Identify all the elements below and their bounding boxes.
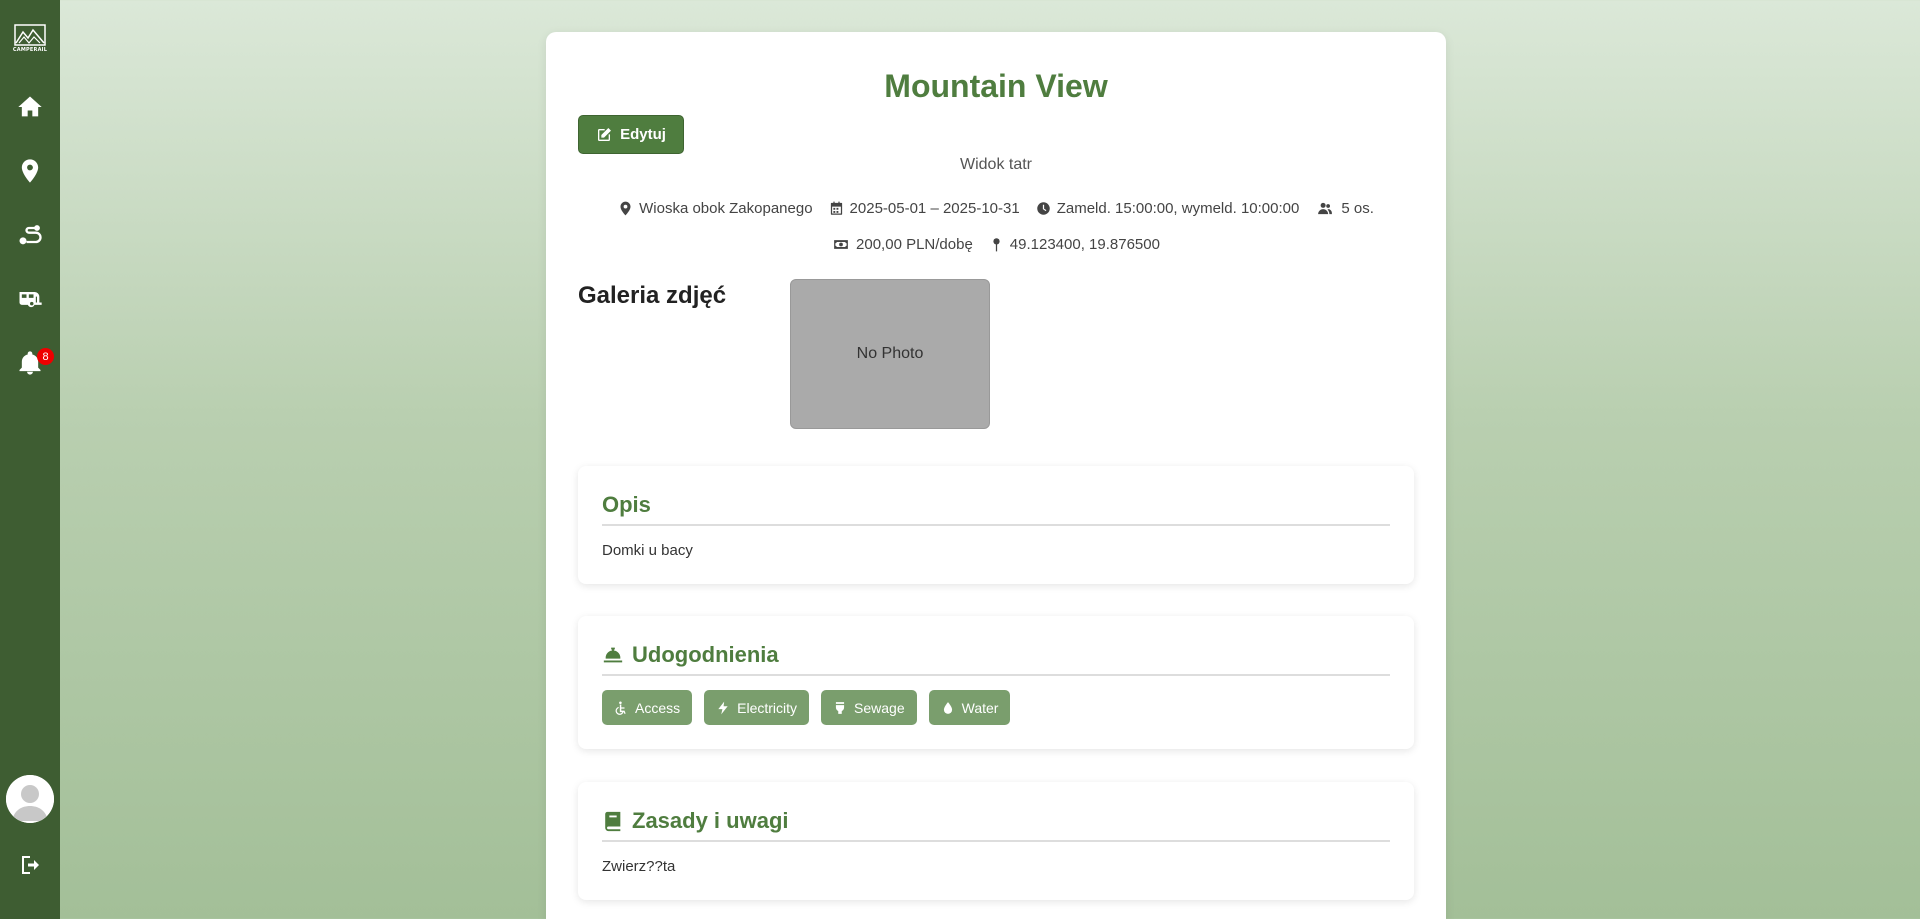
calendar-icon <box>830 201 842 215</box>
map-marker-icon <box>620 201 631 216</box>
money-bill-icon <box>834 240 848 249</box>
meta-row-secondary: 200,00 PLN/dobę 49.123400, 19.876500 <box>546 236 1446 253</box>
amenity-label: Access <box>635 699 681 716</box>
notification-badge: 8 <box>37 348 54 365</box>
nav-map[interactable] <box>0 151 60 191</box>
listing-subtitle: Widok tatr <box>959 156 1032 173</box>
description-heading-text: Opis <box>602 492 651 517</box>
amenities-heading-text: Udogodnienia <box>632 642 779 667</box>
amenity-tag-access: Access <box>602 690 693 725</box>
nav-routes[interactable] <box>0 215 60 255</box>
nav-campers[interactable] <box>0 279 60 319</box>
amenity-label: Electricity <box>737 699 798 716</box>
description-section: Opis Domki u bacy <box>578 466 1414 584</box>
meta-coords: 49.123400, 19.876500 <box>989 236 1160 253</box>
edit-button[interactable]: Edytuj <box>578 115 684 154</box>
home-icon <box>18 96 42 117</box>
meta-location: Wioska obok Zakopanego <box>618 200 813 217</box>
amenities-heading: Udogodnienia <box>602 642 1390 676</box>
edit-button-label: Edytuj <box>620 126 666 143</box>
rules-section: Zasady i uwagi Zwierz??ta <box>578 782 1414 900</box>
amenity-label: Water <box>961 699 999 716</box>
location-text: Wioska obok Zakopanego <box>639 200 813 217</box>
meta-guests: 5 os. <box>1315 200 1374 217</box>
wheelchair-icon <box>615 700 626 715</box>
book-icon <box>605 811 621 832</box>
map-pin-icon <box>993 238 1000 252</box>
amenities-section: Udogodnienia Access Electricity Sewage W… <box>578 616 1414 749</box>
sidebar: CAMPERAIL 8 <box>0 0 60 919</box>
coords-text: 49.123400, 19.876500 <box>1009 236 1160 253</box>
meta-row-primary: Wioska obok Zakopanego 2025-05-01 – 2025… <box>546 200 1446 217</box>
bolt-icon <box>718 701 728 714</box>
meta-dates: 2025-05-01 – 2025-10-31 <box>829 200 1020 217</box>
route-icon <box>19 225 42 245</box>
caravan-icon <box>19 292 42 308</box>
camper-logo-icon <box>14 24 46 46</box>
nav-notifications[interactable]: 8 <box>0 343 60 383</box>
dates-text: 2025-05-01 – 2025-10-31 <box>849 200 1020 217</box>
checkin-text: Zameld. 15:00:00, wymeld. 10:00:00 <box>1056 200 1300 217</box>
rules-heading: Zasady i uwagi <box>602 808 1390 842</box>
edit-icon <box>598 127 612 141</box>
description-heading: Opis <box>602 492 1390 526</box>
amenity-label: Sewage <box>854 699 905 716</box>
meta-checkin: Zameld. 15:00:00, wymeld. 10:00:00 <box>1036 200 1300 217</box>
amenity-tag-sewage: Sewage <box>821 690 917 725</box>
logout-button[interactable] <box>0 845 60 885</box>
price-text: 200,00 PLN/dobę <box>856 236 973 253</box>
amenity-tag-electricity: Electricity <box>704 690 810 725</box>
users-icon <box>1318 202 1333 215</box>
description-text: Domki u bacy <box>602 542 693 559</box>
avatar[interactable] <box>6 775 54 823</box>
logout-icon <box>22 856 39 874</box>
listing-card: Mountain View Edytuj Widok tatr Wioska o… <box>546 32 1446 919</box>
amenity-tag-water: Water <box>928 690 1011 725</box>
rules-heading-text: Zasady i uwagi <box>632 808 789 833</box>
rules-text: Zwierz??ta <box>602 858 676 875</box>
amenity-tags: Access Electricity Sewage Water <box>602 690 1390 725</box>
nav-home[interactable] <box>0 87 60 127</box>
user-avatar-icon <box>6 775 54 823</box>
gallery-photo-placeholder[interactable]: No Photo <box>790 279 990 429</box>
page-title: Mountain View <box>884 68 1108 104</box>
meta-price: 200,00 PLN/dobę <box>832 236 973 253</box>
concierge-bell-icon <box>603 647 623 663</box>
map-marker-icon <box>21 159 39 183</box>
droplet-icon <box>943 701 952 714</box>
clock-icon <box>1036 202 1050 215</box>
logo-text: CAMPERAIL <box>12 47 48 53</box>
guests-text: 5 os. <box>1341 200 1374 217</box>
gallery-heading: Galeria zdjęć <box>578 282 727 309</box>
app-logo[interactable]: CAMPERAIL <box>13 24 47 56</box>
toilet-icon <box>835 701 845 714</box>
